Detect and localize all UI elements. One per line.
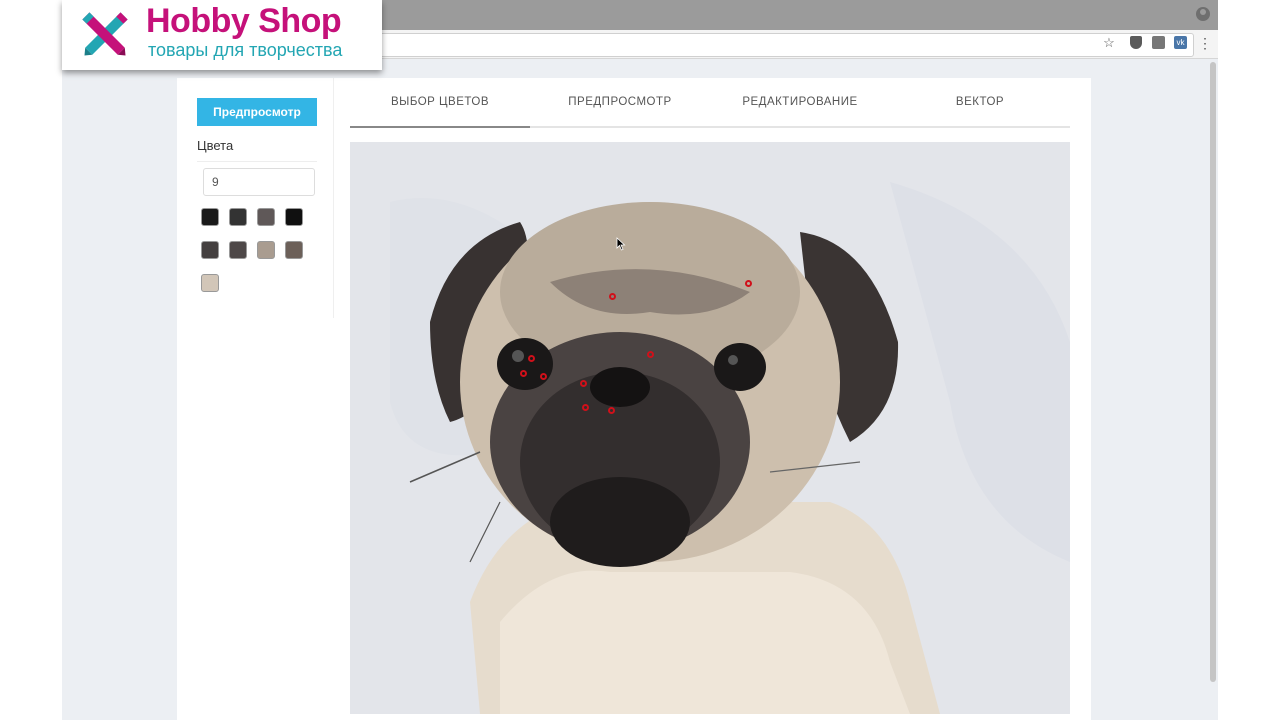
- shield-icon[interactable]: [1130, 36, 1142, 49]
- crossed-pencils-icon: [82, 12, 128, 56]
- color-swatch[interactable]: [257, 208, 275, 226]
- color-marker[interactable]: [580, 380, 587, 387]
- color-swatch[interactable]: [229, 241, 247, 259]
- pug-image-canvas[interactable]: [350, 142, 1070, 714]
- preview-button[interactable]: Предпросмотр: [197, 98, 317, 126]
- logo-subtitle: товары для творчества: [148, 40, 343, 60]
- sidebar: Предпросмотр Цвета: [177, 78, 334, 318]
- tab-color-selection[interactable]: ВЫБОР ЦВЕТОВ: [350, 96, 530, 108]
- color-swatch[interactable]: [285, 208, 303, 226]
- color-marker[interactable]: [608, 407, 615, 414]
- browser-window: ☆ vk ⋮ Предпросмотр Цвета ВЫБОР ЦВЕТОВ П…: [62, 0, 1218, 720]
- mouse-cursor-icon: [616, 237, 626, 251]
- color-marker[interactable]: [582, 404, 589, 411]
- active-tab-indicator: [350, 126, 530, 128]
- color-swatch[interactable]: [201, 274, 219, 292]
- color-marker[interactable]: [528, 355, 535, 362]
- color-swatch[interactable]: [201, 241, 219, 259]
- color-marker[interactable]: [745, 280, 752, 287]
- color-swatch[interactable]: [201, 208, 219, 226]
- color-marker[interactable]: [647, 351, 654, 358]
- color-marker[interactable]: [609, 293, 616, 300]
- color-swatch[interactable]: [229, 208, 247, 226]
- tab-editing[interactable]: РЕДАКТИРОВАНИЕ: [710, 96, 890, 108]
- pug-image: [350, 142, 1070, 714]
- vk-icon[interactable]: vk: [1174, 36, 1187, 49]
- tab-vector[interactable]: ВЕКТОР: [890, 96, 1070, 108]
- logo-title: Hobby Shop: [146, 2, 342, 40]
- color-marker[interactable]: [540, 373, 547, 380]
- page-scrollbar[interactable]: [1210, 62, 1216, 682]
- hobby-shop-logo[interactable]: Hobby Shop товары для творчества: [62, 0, 382, 70]
- extension-icon[interactable]: [1152, 36, 1165, 49]
- left-letterbox: [0, 0, 62, 720]
- divider: [197, 161, 317, 162]
- color-marker[interactable]: [520, 370, 527, 377]
- menu-icon[interactable]: ⋮: [1198, 36, 1212, 50]
- tab-bar: ВЫБОР ЦВЕТОВ ПРЕДПРОСМОТР РЕДАКТИРОВАНИЕ…: [350, 78, 1070, 128]
- editor-card: Предпросмотр Цвета ВЫБОР ЦВЕТОВ ПРЕДПРОС…: [177, 78, 1091, 720]
- color-swatch[interactable]: [285, 241, 303, 259]
- star-icon[interactable]: ☆: [1102, 36, 1116, 50]
- tab-preview[interactable]: ПРЕДПРОСМОТР: [530, 96, 710, 108]
- colors-count-input[interactable]: [203, 168, 315, 196]
- colors-label: Цвета: [197, 138, 234, 153]
- address-bar[interactable]: [362, 33, 1194, 57]
- color-swatch[interactable]: [257, 241, 275, 259]
- right-letterbox: [1218, 0, 1280, 720]
- profile-icon[interactable]: [1196, 7, 1210, 21]
